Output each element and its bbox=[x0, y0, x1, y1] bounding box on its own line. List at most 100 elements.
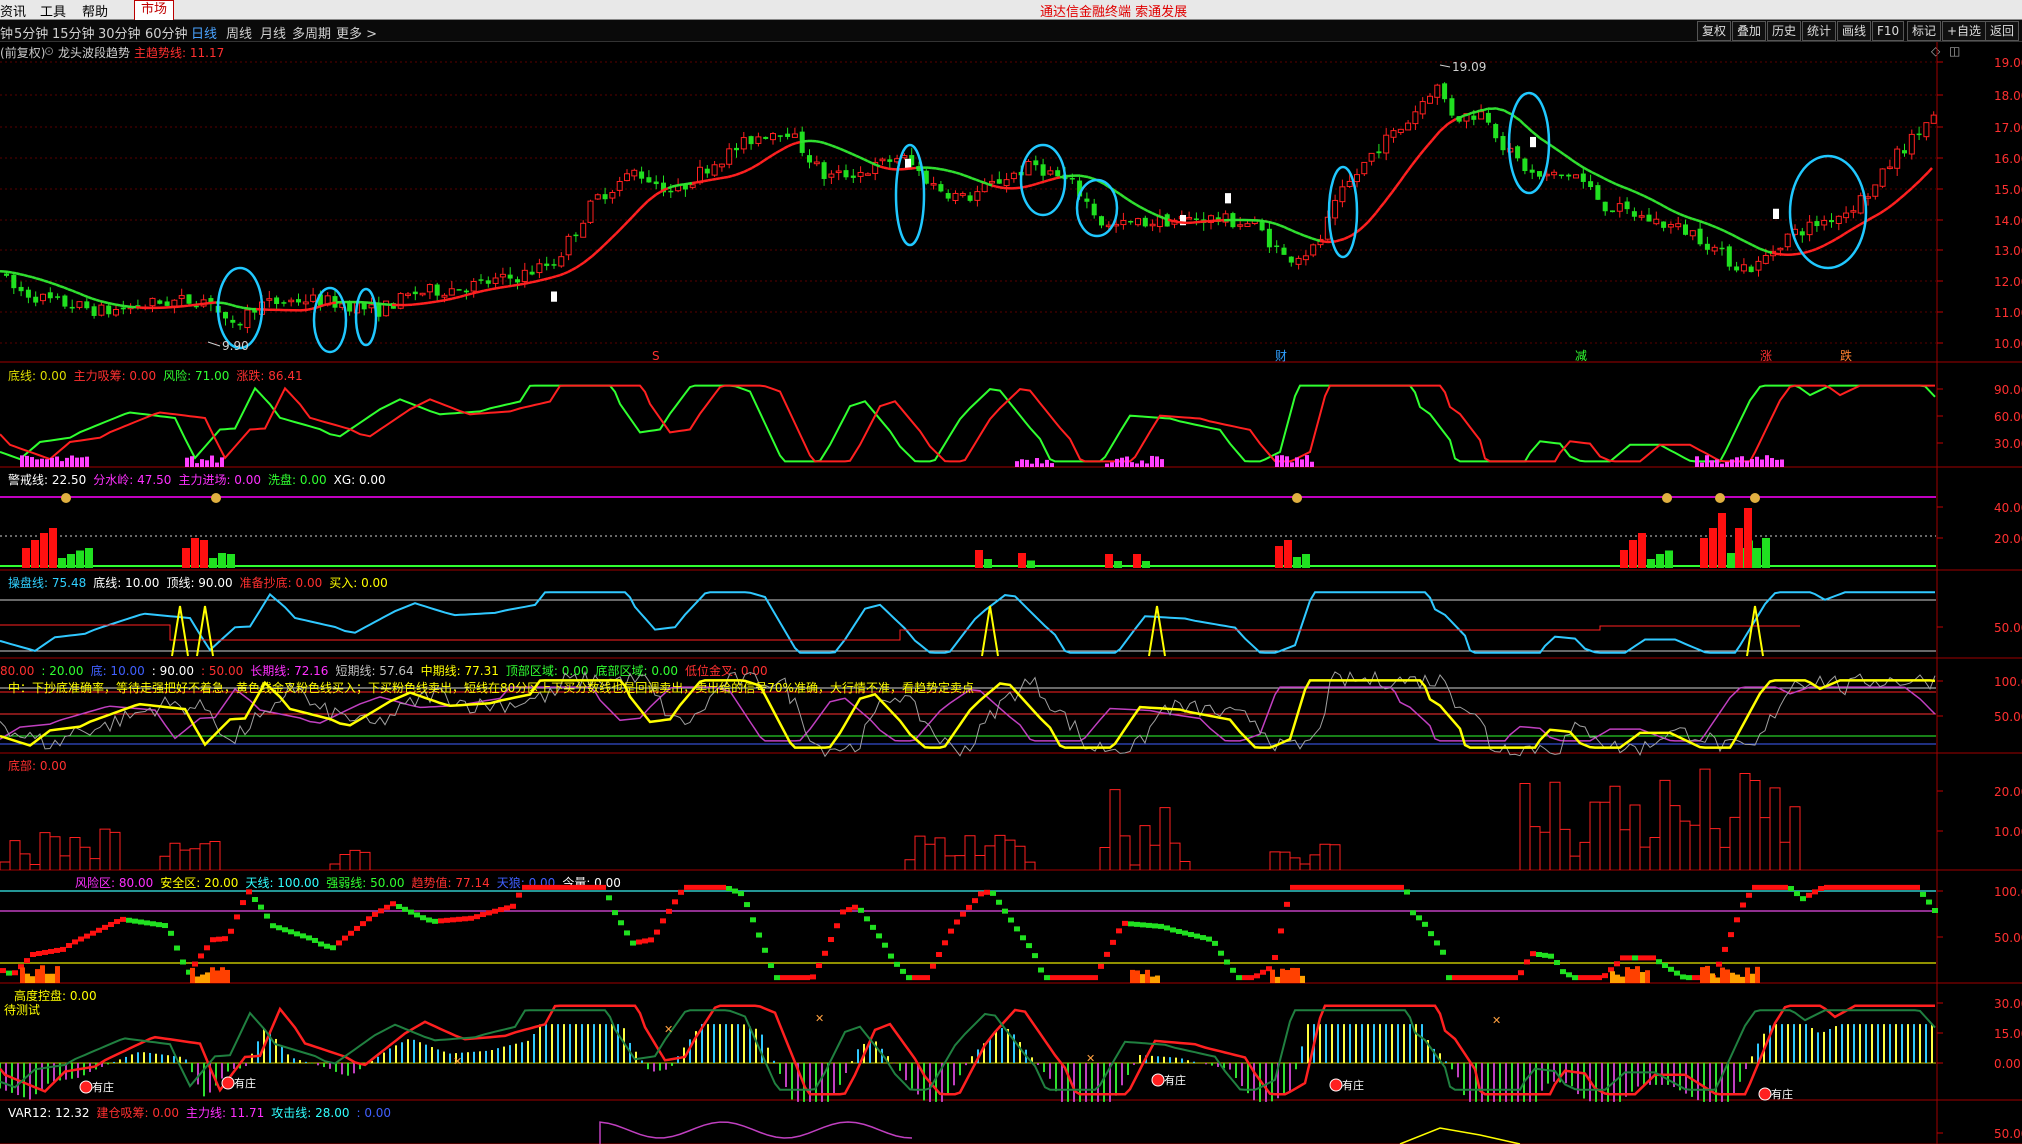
trend-line bbox=[231, 303, 237, 308]
trend-step bbox=[66, 942, 72, 948]
candle-body bbox=[1274, 245, 1280, 248]
trend-step bbox=[132, 918, 138, 924]
accumulation-bar bbox=[40, 458, 44, 467]
cross-mark-icon: ✕ bbox=[815, 1012, 824, 1025]
trend-line bbox=[1731, 233, 1737, 238]
trend-line bbox=[495, 286, 501, 290]
trend-line bbox=[223, 301, 229, 306]
trend-step bbox=[300, 933, 306, 939]
trend-step bbox=[1314, 884, 1320, 890]
trend-step bbox=[1164, 925, 1170, 931]
trend-line bbox=[887, 167, 893, 171]
candle-body bbox=[1105, 224, 1112, 228]
accumulation-bar bbox=[195, 463, 199, 467]
trend-step bbox=[114, 919, 120, 925]
trend-line bbox=[1627, 187, 1633, 192]
trend-line bbox=[239, 305, 245, 310]
trend-step bbox=[720, 884, 726, 890]
trend-step bbox=[96, 927, 102, 933]
trend-line bbox=[1623, 186, 1629, 191]
trend-line bbox=[883, 166, 889, 170]
today-volume-bar bbox=[1620, 976, 1625, 983]
trend-step bbox=[984, 889, 990, 895]
trend-step bbox=[498, 907, 504, 913]
trend-line bbox=[1087, 175, 1093, 180]
trend-line bbox=[959, 172, 965, 177]
event-mark: 减 bbox=[1575, 349, 1587, 363]
trend-line bbox=[679, 183, 685, 187]
trend-line bbox=[439, 299, 445, 303]
trend-step bbox=[1050, 975, 1056, 981]
today-volume-bar bbox=[1615, 974, 1620, 983]
main-force-bar bbox=[1133, 554, 1141, 568]
trend-line bbox=[515, 283, 521, 287]
trend-step bbox=[1008, 917, 1014, 923]
candle-body bbox=[1493, 124, 1499, 139]
trend-line bbox=[91, 297, 97, 301]
trend-line bbox=[1402, 169, 1410, 177]
trend-line bbox=[487, 287, 493, 292]
accumulation-bar bbox=[1770, 458, 1774, 467]
today-volume-bar bbox=[45, 973, 50, 983]
wash-bar bbox=[85, 548, 93, 568]
trend-line bbox=[1859, 221, 1865, 226]
trend-line bbox=[1927, 167, 1933, 174]
trend-line bbox=[1371, 212, 1377, 219]
trend-line bbox=[463, 293, 469, 297]
candle-body bbox=[40, 293, 46, 302]
trend-line bbox=[603, 240, 609, 247]
trend-step bbox=[630, 940, 636, 946]
trend-step bbox=[456, 916, 462, 922]
wash-bar bbox=[1142, 561, 1150, 568]
trend-step bbox=[624, 930, 630, 936]
trend-line bbox=[1855, 223, 1861, 229]
trend-line bbox=[675, 183, 681, 187]
candle-body bbox=[1383, 134, 1390, 154]
trend-line bbox=[1382, 196, 1390, 204]
bottom-signal-bars bbox=[329, 849, 371, 870]
accumulation-bar bbox=[1125, 456, 1129, 467]
trend-step bbox=[294, 931, 300, 937]
today-volume-bar bbox=[205, 972, 210, 983]
trend-step bbox=[1218, 950, 1224, 956]
accumulation-bar bbox=[1695, 456, 1699, 467]
trend-step bbox=[450, 917, 456, 923]
trend-line bbox=[1335, 238, 1341, 243]
accumulation-bar bbox=[1305, 455, 1309, 467]
candle-body bbox=[1821, 219, 1828, 226]
candle-white bbox=[1530, 136, 1536, 148]
candle-body bbox=[616, 180, 623, 191]
trend-line bbox=[643, 200, 649, 206]
trend-step bbox=[1794, 891, 1800, 897]
candle-body bbox=[594, 194, 601, 200]
trend-line bbox=[819, 140, 825, 145]
kline-chart[interactable]: 19.00 18.00 17.00 16.00 15.00 14.00 13.00 12.00… bbox=[0, 0, 2022, 1144]
main-force-bar bbox=[182, 548, 190, 568]
trend-line bbox=[1599, 175, 1605, 180]
trend-line bbox=[1755, 245, 1761, 250]
trend-step bbox=[1014, 926, 1020, 932]
trend-line bbox=[967, 175, 973, 180]
trend-step bbox=[192, 961, 198, 967]
main-force-bar bbox=[1018, 553, 1026, 568]
trend-line bbox=[99, 299, 105, 304]
candle-body bbox=[1419, 101, 1426, 115]
trend-line bbox=[447, 297, 453, 301]
candle-body bbox=[434, 284, 440, 296]
accumulation-bar bbox=[1715, 459, 1719, 467]
trend-line bbox=[1579, 164, 1585, 169]
accumulation-bar bbox=[205, 460, 209, 467]
candle-body bbox=[1025, 160, 1032, 176]
today-volume-bar bbox=[1130, 969, 1135, 983]
trend-line bbox=[1563, 153, 1569, 159]
candle-body bbox=[1368, 152, 1375, 162]
trend-step bbox=[732, 888, 738, 894]
candle-body bbox=[1748, 266, 1754, 273]
candle-body bbox=[113, 308, 119, 316]
trend-line bbox=[1379, 202, 1385, 209]
money-bag-icon bbox=[1292, 493, 1302, 503]
trend-step bbox=[1554, 960, 1560, 966]
trend-line bbox=[1883, 206, 1889, 212]
trend-line bbox=[987, 182, 993, 187]
trend-line bbox=[1687, 216, 1693, 220]
